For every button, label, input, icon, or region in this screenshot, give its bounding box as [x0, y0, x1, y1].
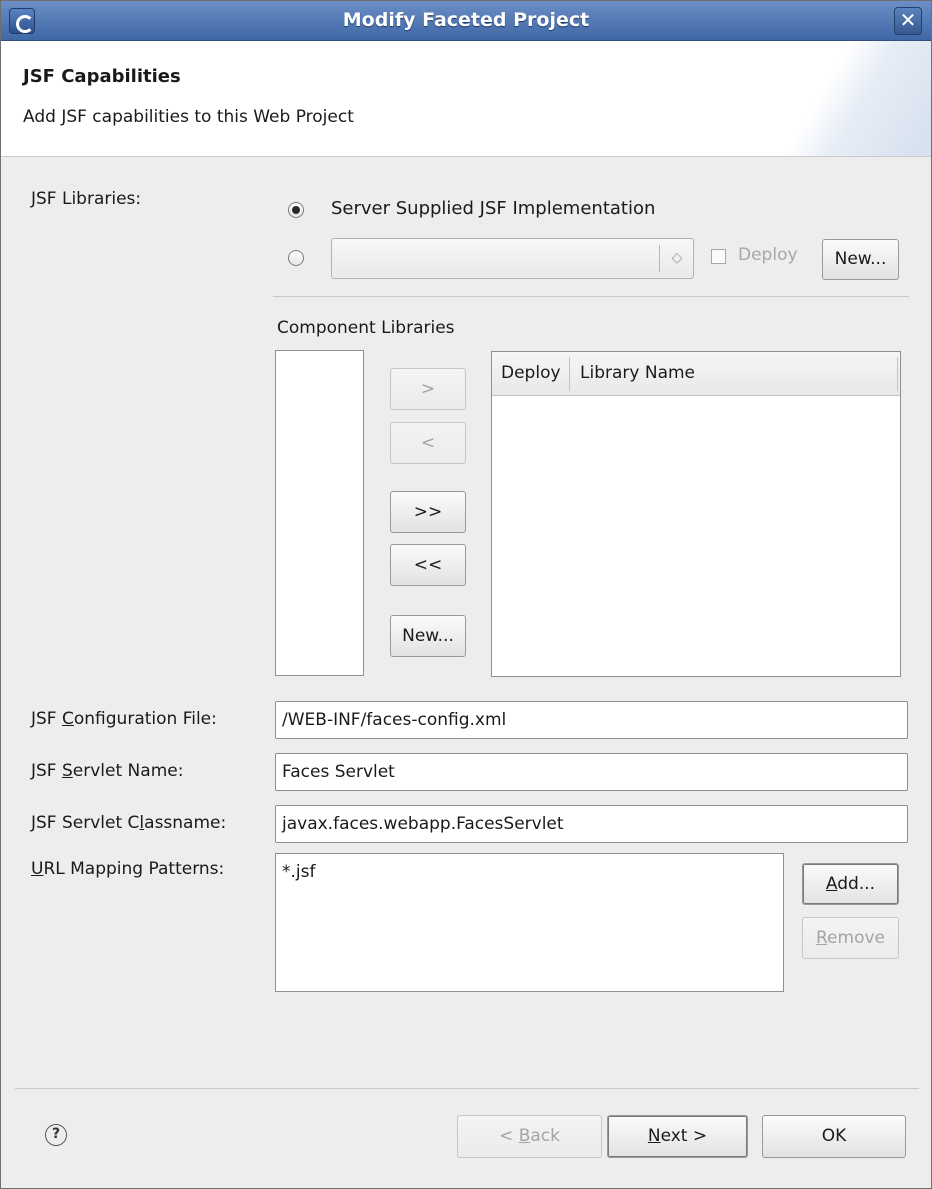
jsf-library-combo[interactable]: [331, 238, 694, 279]
servlet-name-label: JSF Servlet Name:: [31, 761, 184, 781]
combo-divider: [659, 245, 660, 272]
server-supplied-radio[interactable]: [288, 202, 304, 218]
help-icon[interactable]: ?: [45, 1124, 67, 1146]
wizard-header: JSF Capabilities Add JSF capabilities to…: [1, 41, 931, 157]
footer-separator: [15, 1088, 919, 1089]
next-button[interactable]: Next >: [607, 1115, 748, 1158]
ok-button[interactable]: OK: [762, 1115, 906, 1158]
available-libraries-list[interactable]: [275, 350, 364, 676]
separator: [273, 296, 909, 297]
close-icon[interactable]: ✕: [894, 7, 922, 35]
jsf-libraries-label: JSF Libraries:: [31, 189, 142, 209]
combo-arrow-icon: ◇: [671, 250, 683, 266]
deploy-checkbox[interactable]: [711, 249, 726, 264]
new-jsf-library-button[interactable]: New...: [822, 239, 899, 280]
deploy-label: Deploy: [738, 245, 798, 265]
config-file-label: JSF Configuration File:: [31, 709, 217, 729]
remove-all-libraries-button[interactable]: <<: [390, 544, 466, 586]
add-url-pattern-button[interactable]: Add...: [802, 863, 899, 905]
page-description: Add JSF capabilities to this Web Project: [23, 107, 354, 127]
page-title: JSF Capabilities: [23, 66, 181, 87]
add-all-libraries-button[interactable]: >>: [390, 491, 466, 533]
column-divider: [897, 357, 898, 391]
selected-libraries-table[interactable]: [491, 351, 901, 677]
server-supplied-label: Server Supplied JSF Implementation: [331, 198, 656, 219]
url-mapping-list[interactable]: *.jsf: [275, 853, 784, 992]
add-library-button[interactable]: >: [390, 368, 466, 410]
remove-library-button[interactable]: <: [390, 422, 466, 464]
user-library-radio[interactable]: [288, 250, 304, 266]
url-mapping-label: URL Mapping Patterns:: [31, 859, 225, 879]
servlet-classname-label: JSF Servlet Classname:: [31, 813, 227, 833]
column-header-library-name[interactable]: Library Name: [580, 363, 695, 383]
remove-url-pattern-button[interactable]: Remove: [802, 917, 899, 959]
window-title: Modify Faceted Project: [342, 9, 590, 31]
back-button[interactable]: < Back: [457, 1115, 602, 1158]
column-header-deploy[interactable]: Deploy: [501, 363, 567, 383]
config-file-field[interactable]: /WEB-INF/faces-config.xml: [275, 701, 908, 739]
url-pattern-item[interactable]: *.jsf: [282, 862, 315, 882]
column-divider: [569, 357, 570, 391]
servlet-classname-field[interactable]: javax.faces.webapp.FacesServlet: [275, 805, 908, 843]
servlet-name-field[interactable]: Faces Servlet: [275, 753, 908, 791]
component-libraries-label: Component Libraries: [277, 318, 455, 338]
title-bar[interactable]: Modify Faceted Project ✕: [1, 1, 931, 41]
new-component-library-button[interactable]: New...: [390, 615, 466, 657]
banner-graphic: [771, 41, 931, 156]
dialog-window: Modify Faceted Project ✕ JSF Capabilitie…: [0, 0, 932, 1189]
